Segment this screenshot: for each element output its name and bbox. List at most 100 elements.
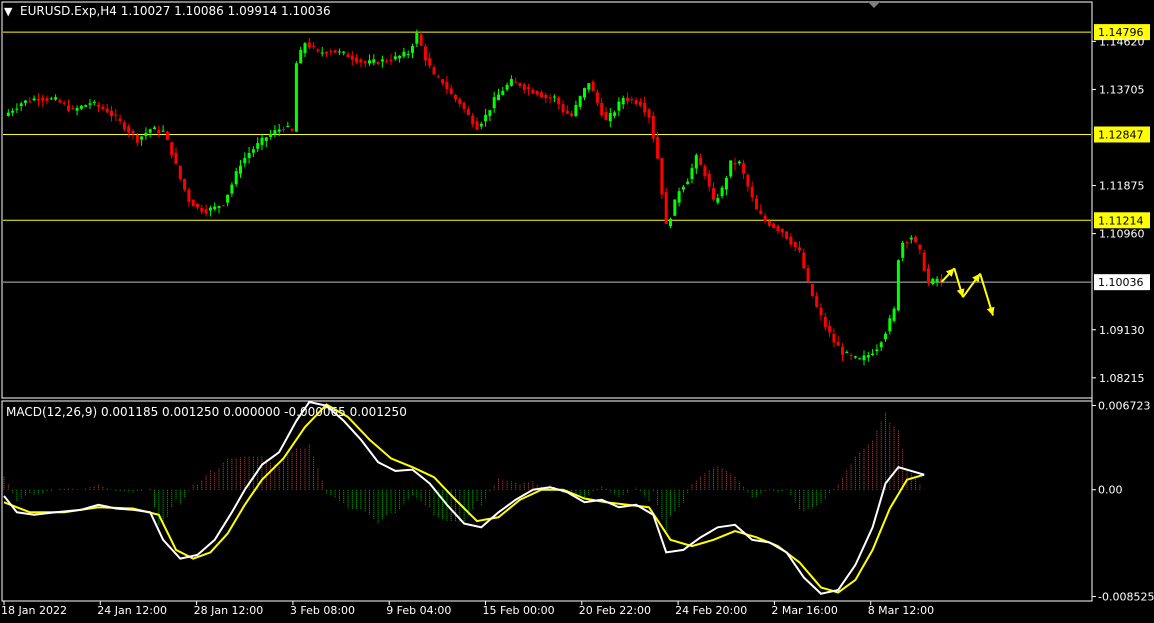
candle-body: [570, 113, 574, 116]
chart-canvas[interactable]: 1.147961.128471.112141.10036 1.146201.13…: [0, 0, 1154, 619]
candle-body: [737, 161, 741, 164]
candle-body: [647, 109, 651, 118]
candle-body: [828, 326, 832, 333]
candle-body: [858, 358, 862, 360]
candle-body: [376, 62, 380, 65]
candle-body: [230, 184, 234, 194]
candle-body: [832, 333, 836, 343]
candle-body: [767, 221, 771, 226]
candle-body: [92, 101, 96, 103]
candle-body: [724, 177, 728, 190]
trading-chart[interactable]: 1.14796 1.12847 1.11214 1.10036 1.14620 1.13…: [0, 0, 1154, 619]
chart-menu-icon[interactable]: ▼: [4, 5, 13, 18]
candle-body: [630, 98, 634, 100]
candle-body: [509, 78, 513, 86]
candle-body: [316, 49, 320, 51]
candle-body: [789, 236, 793, 245]
candle-body: [772, 223, 776, 228]
time-tick-label: 2 Mar 16:00: [771, 604, 837, 617]
candle-body: [36, 98, 40, 101]
candle-body: [15, 108, 19, 110]
candle-body: [290, 129, 294, 131]
candle-body: [127, 126, 131, 133]
candle-body: [892, 308, 896, 321]
candle-body: [58, 100, 62, 103]
candle-body: [441, 79, 445, 84]
candle-body: [389, 59, 393, 62]
candle-body: [638, 101, 642, 106]
candle-body: [299, 50, 303, 64]
candle-body: [67, 105, 70, 111]
candle-body: [651, 115, 655, 139]
candle-body: [798, 247, 801, 251]
candle-body: [454, 94, 457, 100]
candle-body: [879, 342, 883, 348]
candle-body: [888, 318, 892, 332]
candle-body: [325, 52, 328, 54]
candle-body: [114, 114, 118, 116]
candle-body: [501, 90, 505, 95]
candle-body: [393, 56, 397, 60]
candle-body: [174, 152, 178, 164]
candle-body: [368, 60, 371, 64]
candle-body: [436, 76, 440, 78]
candle-body: [776, 226, 780, 231]
candle-body: [862, 355, 866, 361]
candle-body: [204, 209, 208, 214]
candle-body: [544, 94, 548, 99]
candle-body: [303, 43, 307, 53]
candle-body: [927, 268, 930, 284]
candle-body: [221, 205, 225, 207]
candle-body: [84, 105, 88, 107]
candle-body: [97, 104, 101, 107]
candle-body: [45, 98, 49, 101]
candle-body: [385, 60, 389, 62]
candle-body: [733, 163, 737, 165]
candle-body: [148, 129, 152, 133]
price-tick-label: 1.10960: [1099, 228, 1145, 241]
candle-body: [88, 103, 92, 105]
price-tick-label: 1.13705: [1099, 83, 1145, 96]
candle-body: [587, 83, 591, 90]
candle-body: [213, 206, 217, 210]
candle-body: [557, 97, 561, 105]
candle-body: [329, 51, 333, 53]
candle-body: [118, 118, 122, 121]
candle-body: [484, 114, 488, 122]
candle-body: [243, 157, 247, 164]
candle-body: [815, 295, 819, 307]
candle-body: [251, 149, 255, 153]
candle-body: [901, 242, 905, 258]
candle-body: [264, 137, 268, 141]
candle-body: [896, 260, 900, 311]
candle-body: [600, 102, 604, 116]
candle-body: [793, 242, 797, 248]
candle-body: [79, 105, 83, 109]
price-tick-label: 1.09130: [1099, 324, 1145, 337]
candle-body: [380, 59, 384, 62]
time-tick-label: 24 Jan 12:00: [97, 604, 167, 617]
candle-body: [105, 108, 109, 113]
candle-body: [574, 104, 578, 116]
candle-body: [561, 104, 565, 113]
candle-body: [643, 102, 647, 113]
candle-body: [406, 53, 410, 55]
candle-body: [432, 67, 436, 75]
candle-body: [819, 307, 823, 316]
candle-body: [333, 50, 337, 53]
candle-body: [626, 97, 629, 101]
candle-body: [763, 215, 767, 222]
candle-body: [699, 157, 703, 165]
candle-body: [196, 203, 199, 208]
candle-body: [514, 81, 518, 83]
candle-body: [613, 112, 617, 116]
macd-tick-label: -0.008525: [1098, 591, 1154, 604]
candle-body: [479, 123, 483, 127]
candle-body: [935, 278, 939, 282]
candle-body: [471, 115, 475, 125]
candle-body: [884, 333, 887, 340]
candle-body: [256, 143, 260, 149]
candle-body: [694, 155, 698, 169]
time-tick-label: 28 Jan 12:00: [194, 604, 264, 617]
candle-body: [294, 63, 298, 132]
